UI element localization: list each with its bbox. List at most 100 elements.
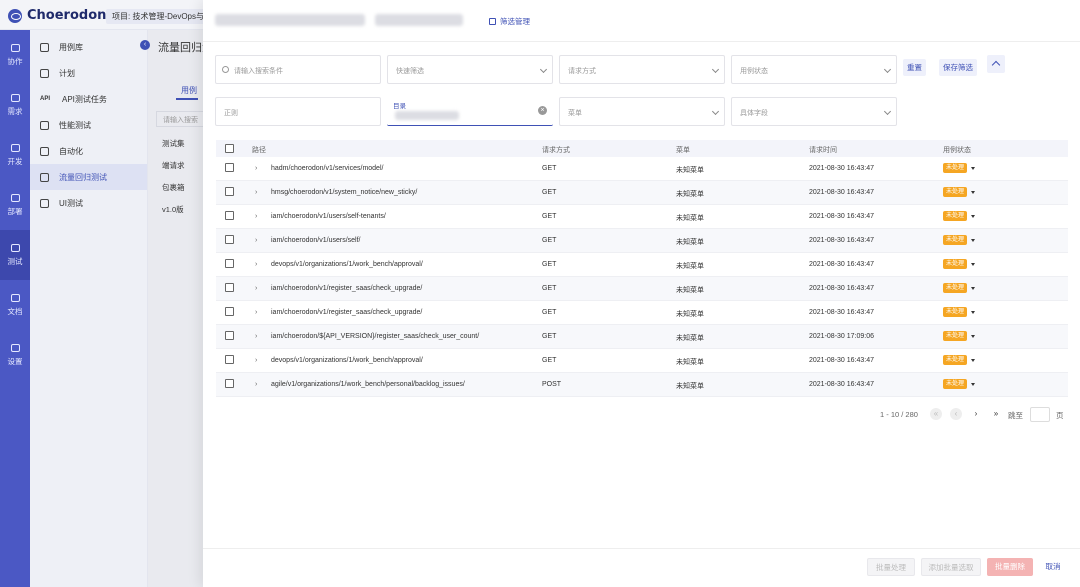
row-checkbox[interactable] bbox=[225, 235, 234, 244]
tree-item[interactable]: 测试集 bbox=[162, 138, 185, 149]
chevron-down-icon[interactable] bbox=[971, 311, 975, 314]
specific-field-select[interactable]: 具体字段 bbox=[731, 97, 897, 126]
search-input[interactable]: 请输入搜索条件 bbox=[215, 55, 381, 84]
column-menu: 菜单 bbox=[676, 147, 690, 154]
clear-icon[interactable]: × bbox=[538, 106, 547, 115]
tab-cases[interactable]: 用例 bbox=[181, 85, 197, 96]
add-batch-selection-button[interactable]: 添加批量选取 bbox=[921, 558, 981, 576]
row-checkbox[interactable] bbox=[225, 355, 234, 364]
rail-item[interactable]: 文档 bbox=[0, 280, 30, 330]
subnav-item[interactable]: 自动化 bbox=[30, 138, 147, 164]
collapse-nav-icon[interactable]: ‹ bbox=[140, 40, 150, 50]
subnav-item[interactable]: 性能测试 bbox=[30, 112, 147, 138]
regex-input[interactable]: 正则 bbox=[215, 97, 381, 126]
table-row[interactable]: › hadm/choerodon/v1/services/model/GET 未知菜… bbox=[216, 157, 1068, 181]
expand-row-icon[interactable]: › bbox=[255, 381, 262, 388]
rail-item[interactable]: 部署 bbox=[0, 180, 30, 230]
subnav-item[interactable]: API API测试任务 bbox=[30, 86, 147, 112]
status-badge[interactable]: 未处理 bbox=[943, 211, 968, 221]
table-row[interactable]: › iam/choerodon/v1/register_saas/check_up… bbox=[216, 277, 1068, 301]
status-badge[interactable]: 未处理 bbox=[943, 331, 968, 341]
quick-filter-select[interactable]: 快速筛选 bbox=[387, 55, 553, 84]
rail-item[interactable]: 设置 bbox=[0, 330, 30, 380]
rail-item[interactable]: 测试 bbox=[0, 230, 30, 280]
row-checkbox[interactable] bbox=[225, 331, 234, 340]
expand-row-icon[interactable]: › bbox=[255, 333, 262, 340]
chevron-down-icon[interactable] bbox=[971, 191, 975, 194]
expand-row-icon[interactable]: › bbox=[255, 309, 262, 316]
rail-item[interactable]: 协作 bbox=[0, 30, 30, 80]
subnav-item[interactable]: 用例库 bbox=[30, 34, 147, 60]
status-badge[interactable]: 未处理 bbox=[943, 187, 968, 197]
tree-item[interactable]: 端请求 bbox=[162, 160, 185, 171]
first-page-icon[interactable]: « bbox=[930, 408, 942, 420]
row-checkbox[interactable] bbox=[225, 187, 234, 196]
table-row[interactable]: › iam/choerodon/${API_VERSION}/register_s… bbox=[216, 325, 1068, 349]
status-select[interactable]: 用例状态 bbox=[731, 55, 897, 84]
expand-row-icon[interactable]: › bbox=[255, 165, 262, 172]
chevron-down-icon[interactable] bbox=[971, 167, 975, 170]
status-badge[interactable]: 未处理 bbox=[943, 307, 968, 317]
filter-manage-button[interactable]: 筛选管理 bbox=[489, 16, 530, 27]
status-badge[interactable]: 未处理 bbox=[943, 235, 968, 245]
table-row[interactable]: › iam/choerodon/v1/users/self/GET 未知菜单 2021… bbox=[216, 229, 1068, 253]
table-row[interactable]: › iam/choerodon/v1/register_saas/check_up… bbox=[216, 301, 1068, 325]
cancel-button[interactable]: 取消 bbox=[1039, 558, 1067, 576]
table-row[interactable]: › devops/v1/organizations/1/work_bench/ap… bbox=[216, 349, 1068, 373]
expand-row-icon[interactable]: › bbox=[255, 285, 262, 292]
next-page-icon[interactable]: › bbox=[970, 408, 982, 420]
select-all-checkbox[interactable] bbox=[225, 144, 234, 153]
page-jump-input[interactable] bbox=[1030, 407, 1050, 422]
expand-row-icon[interactable]: › bbox=[255, 213, 262, 220]
row-checkbox[interactable] bbox=[225, 379, 234, 388]
table-row[interactable]: › iam/choerodon/v1/users/self-tenants/GET… bbox=[216, 205, 1068, 229]
status-badge[interactable]: 未处理 bbox=[943, 163, 968, 173]
subnav-item[interactable]: 计划 bbox=[30, 60, 147, 86]
row-checkbox[interactable] bbox=[225, 307, 234, 316]
directory-select[interactable]: 目录 × bbox=[387, 97, 553, 126]
status-badge[interactable]: 未处理 bbox=[943, 379, 968, 389]
batch-delete-button[interactable]: 批量删除 bbox=[987, 558, 1033, 576]
chevron-down-icon[interactable] bbox=[971, 263, 975, 266]
status-badge[interactable]: 未处理 bbox=[943, 355, 968, 365]
expand-row-icon[interactable]: › bbox=[255, 237, 262, 244]
row-checkbox[interactable] bbox=[225, 163, 234, 172]
save-filter-button[interactable]: 保存筛选 bbox=[939, 59, 977, 76]
collapse-filters-button[interactable] bbox=[987, 55, 1005, 73]
row-method: GET bbox=[542, 285, 557, 292]
chevron-down-icon bbox=[711, 107, 720, 116]
tree-search-input[interactable]: 请输入搜索 bbox=[156, 111, 208, 127]
reset-button[interactable]: 重置 bbox=[903, 59, 926, 76]
expand-row-icon[interactable]: › bbox=[255, 357, 262, 364]
chevron-down-icon[interactable] bbox=[971, 359, 975, 362]
chevron-down-icon[interactable] bbox=[971, 287, 975, 290]
chevron-down-icon[interactable] bbox=[971, 215, 975, 218]
app-logo[interactable]: Choerodon bbox=[8, 8, 106, 23]
row-checkbox[interactable] bbox=[225, 211, 234, 220]
last-page-icon[interactable]: » bbox=[990, 408, 1002, 420]
rail-item[interactable]: 需求 bbox=[0, 80, 30, 130]
row-checkbox[interactable] bbox=[225, 259, 234, 268]
expand-row-icon[interactable]: › bbox=[255, 261, 262, 268]
table-row[interactable]: › agile/v1/organizations/1/work_bench/per… bbox=[216, 373, 1068, 397]
row-method: GET bbox=[542, 237, 557, 244]
chevron-down-icon[interactable] bbox=[971, 383, 975, 386]
prev-page-icon[interactable]: ‹ bbox=[950, 408, 962, 420]
table-row[interactable]: › hmsg/choerodon/v1/system_notice/new_sti… bbox=[216, 181, 1068, 205]
tree-item[interactable]: v1.0版 bbox=[162, 204, 184, 215]
subnav-item[interactable]: UI测试 bbox=[30, 190, 147, 216]
method-select[interactable]: 请求方式 bbox=[559, 55, 725, 84]
chevron-down-icon[interactable] bbox=[971, 239, 975, 242]
chevron-down-icon[interactable] bbox=[971, 335, 975, 338]
project-selector[interactable]: 项目: 技术管理-DevOps与容 bbox=[106, 9, 219, 24]
table-row[interactable]: › devops/v1/organizations/1/work_bench/ap… bbox=[216, 253, 1068, 277]
status-badge[interactable]: 未处理 bbox=[943, 283, 968, 293]
expand-row-icon[interactable]: › bbox=[255, 189, 262, 196]
status-badge[interactable]: 未处理 bbox=[943, 259, 968, 269]
rail-item[interactable]: 开发 bbox=[0, 130, 30, 180]
menu-select[interactable]: 菜单 bbox=[559, 97, 725, 126]
subnav-item[interactable]: 流量回归测试 bbox=[30, 164, 147, 190]
batch-process-button[interactable]: 批量处理 bbox=[867, 558, 915, 576]
row-checkbox[interactable] bbox=[225, 283, 234, 292]
tree-item[interactable]: 包裹箱 bbox=[162, 182, 185, 193]
